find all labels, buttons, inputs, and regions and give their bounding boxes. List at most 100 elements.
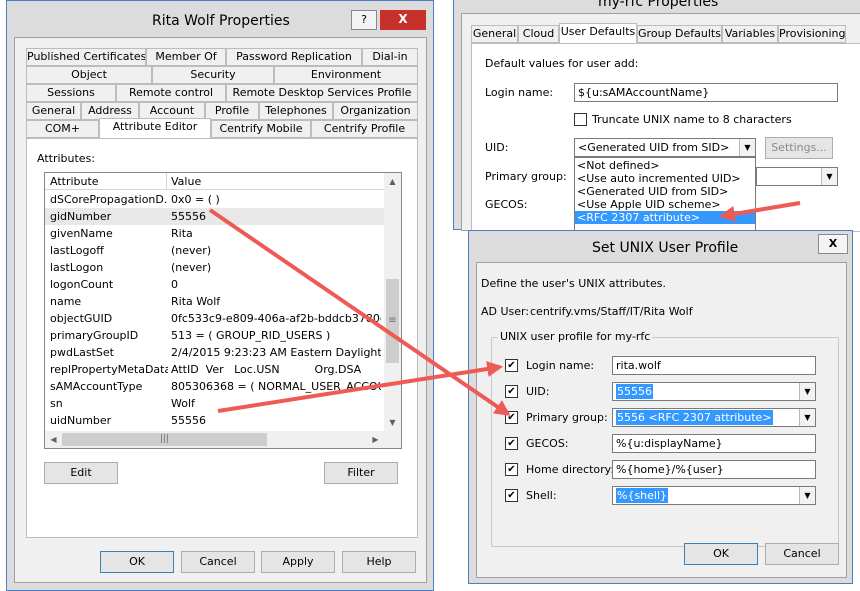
tab-object[interactable]: Object	[26, 66, 152, 84]
tab-centrify-profile[interactable]: Centrify Profile	[311, 120, 418, 138]
tab-sessions[interactable]: Sessions	[26, 84, 116, 102]
chevron-down-icon[interactable]: ▼	[799, 409, 815, 426]
cell-attribute: logonCount	[50, 278, 114, 291]
table-row[interactable]: uidNumber 55556	[45, 412, 384, 429]
cell-value: Rita	[171, 227, 193, 240]
primary-group-checkbox[interactable]: ✔	[505, 411, 518, 424]
list-header: Attribute Value	[45, 173, 384, 190]
chevron-down-icon[interactable]: ▼	[739, 139, 755, 156]
settings-button[interactable]: Settings...	[765, 137, 833, 159]
truncate-checkbox[interactable]	[574, 113, 587, 126]
tab-centrify-mobile[interactable]: Centrify Mobile	[211, 120, 311, 138]
cell-value: 0	[171, 278, 178, 291]
tab-group-defaults[interactable]: Group Defaults	[637, 25, 722, 43]
attributes-listview[interactable]: Attribute Value dSCorePropagationD... 0x0…	[44, 172, 402, 449]
table-row[interactable]: name Rita Wolf	[45, 293, 384, 310]
primary-group-select[interactable]: ▼	[756, 167, 838, 186]
tab-published-certificates[interactable]: Published Certificates	[26, 48, 146, 66]
uid-checkbox[interactable]: ✔	[505, 385, 518, 398]
tab-profile[interactable]: Profile	[205, 102, 259, 120]
gecos-checkbox[interactable]: ✔	[505, 437, 518, 450]
cell-value: Wolf	[171, 397, 195, 410]
apply-button[interactable]: Apply	[261, 551, 335, 573]
ok-button[interactable]: OK	[684, 543, 758, 565]
tab-general[interactable]: General	[471, 25, 518, 43]
home-directory-input[interactable]: %{home}/%{user}	[612, 460, 816, 479]
tab-organization[interactable]: Organization	[333, 102, 418, 120]
home-directory-checkbox[interactable]: ✔	[505, 463, 518, 476]
scroll-right-arrow-icon[interactable]: ▶	[367, 431, 384, 448]
define-text: Define the user's UNIX attributes.	[481, 277, 666, 290]
shell-checkbox[interactable]: ✔	[505, 489, 518, 502]
table-row[interactable]: pwdLastSet 2/4/2015 9:23:23 AM Eastern Da…	[45, 344, 384, 361]
tab-dial-in[interactable]: Dial-in	[362, 48, 418, 66]
column-value[interactable]: Value	[171, 175, 201, 188]
table-row[interactable]: logonCount 0	[45, 276, 384, 293]
scroll-down-arrow-icon[interactable]: ▼	[384, 414, 401, 431]
chevron-down-icon[interactable]: ▼	[799, 383, 815, 400]
close-button[interactable]: X	[818, 234, 848, 254]
scroll-thumb[interactable]: |||	[62, 433, 267, 446]
table-row[interactable]: sAMAccountType 805306368 = ( NORMAL_USER_…	[45, 378, 384, 395]
column-divider[interactable]	[166, 173, 167, 190]
scroll-up-arrow-icon[interactable]: ▲	[384, 173, 401, 190]
chevron-down-icon[interactable]: ▼	[821, 168, 837, 185]
tab-attribute-editor[interactable]: Attribute Editor	[99, 118, 211, 138]
tab-security[interactable]: Security	[152, 66, 274, 84]
uid-dropdown-list[interactable]: <Not defined> <Use auto incremented UID>…	[574, 157, 756, 233]
close-button[interactable]: X	[380, 10, 426, 30]
table-row[interactable]: dSCorePropagationD... 0x0 = ( )	[45, 191, 384, 208]
tab-remote-control[interactable]: Remote control	[116, 84, 226, 102]
primary-group-select-value: 5556 <RFC 2307 attribute>	[616, 410, 773, 425]
dropdown-option[interactable]: <Not defined>	[575, 159, 755, 172]
vertical-scrollbar[interactable]: ▲ ≡ ▼	[384, 173, 401, 431]
dropdown-option[interactable]: <Use auto incremented UID>	[575, 172, 755, 185]
tab-com-plus[interactable]: COM+	[26, 120, 99, 138]
horizontal-scrollbar[interactable]: ◀ ||| ▶	[45, 431, 384, 448]
help-button[interactable]: Help	[342, 551, 416, 573]
dropdown-option[interactable]: <Generated UID from SID>	[575, 185, 755, 198]
tab-environment[interactable]: Environment	[274, 66, 418, 84]
cell-attribute: lastLogon	[50, 261, 104, 274]
column-attribute[interactable]: Attribute	[50, 175, 99, 188]
table-row[interactable]: lastLogoff (never)	[45, 242, 384, 259]
cancel-button[interactable]: Cancel	[181, 551, 255, 573]
tab-cloud[interactable]: Cloud	[518, 25, 559, 43]
cancel-button[interactable]: Cancel	[765, 543, 839, 565]
gecos-input[interactable]: %{u:displayName}	[612, 434, 816, 453]
shell-select[interactable]: %{shell} ▼	[612, 486, 816, 505]
table-row[interactable]: givenName Rita	[45, 225, 384, 242]
help-title-button[interactable]: ?	[351, 10, 377, 30]
filter-button[interactable]: Filter	[324, 462, 398, 484]
dropdown-option-selected[interactable]: <RFC 2307 attribute>	[575, 211, 755, 224]
gecos-label: GECOS:	[526, 437, 569, 450]
uid-select[interactable]: <Generated UID from SID> ▼	[574, 138, 756, 157]
table-row[interactable]: sn Wolf	[45, 395, 384, 412]
login-name-checkbox[interactable]: ✔	[505, 359, 518, 372]
tab-provisioning[interactable]: Provisioning	[778, 25, 846, 43]
tab-variables[interactable]: Variables	[722, 25, 778, 43]
scroll-thumb[interactable]: ≡	[386, 279, 399, 363]
chevron-down-icon[interactable]: ▼	[799, 487, 815, 504]
login-name-label: Login name:	[526, 359, 595, 372]
tab-user-defaults[interactable]: User Defaults	[559, 23, 637, 43]
ok-button[interactable]: OK	[100, 551, 174, 573]
table-row[interactable]: replPropertyMetaData AttID Ver Loc.USN Or…	[45, 361, 384, 378]
uid-select[interactable]: 55556 ▼	[612, 382, 816, 401]
login-name-input[interactable]: rita.wolf	[612, 356, 816, 375]
table-row[interactable]: lastLogon (never)	[45, 259, 384, 276]
tab-member-of[interactable]: Member Of	[146, 48, 226, 66]
tab-general[interactable]: General	[26, 102, 81, 120]
table-row[interactable]: objectGUID 0fc533c9-e809-406a-af2b-bddcb3…	[45, 310, 384, 327]
dropdown-option[interactable]: <Use Apple UID scheme>	[575, 198, 755, 211]
tab-remote-desktop-services-profile[interactable]: Remote Desktop Services Profile	[226, 84, 418, 102]
login-name-input[interactable]: ${u:sAMAccountName}	[574, 83, 838, 102]
primary-group-select[interactable]: 5556 <RFC 2307 attribute> ▼	[612, 408, 816, 427]
table-row[interactable]: gidNumber 55556	[45, 208, 384, 225]
edit-button[interactable]: Edit	[44, 462, 118, 484]
scroll-left-arrow-icon[interactable]: ◀	[45, 431, 62, 448]
tab-password-replication[interactable]: Password Replication	[226, 48, 362, 66]
table-row[interactable]: primaryGroupID 513 = ( GROUP_RID_USERS )	[45, 327, 384, 344]
rita-properties-window: Rita Wolf Properties ? X Published Certi…	[6, 0, 434, 591]
tab-telephones[interactable]: Telephones	[259, 102, 333, 120]
